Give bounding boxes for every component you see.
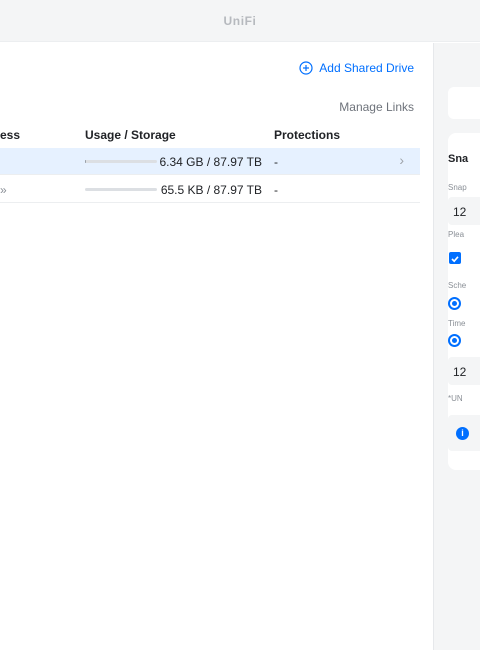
info-icon: i — [456, 427, 469, 440]
shared-drives-main: Add Shared Drive Manage Links ess Usage … — [0, 43, 432, 650]
plus-circle-icon — [299, 61, 313, 75]
table-row[interactable]: 6.34 GB / 87.97 TB - › — [0, 148, 420, 175]
app-title: UniFi — [223, 14, 257, 28]
manage-links-button[interactable]: Manage Links — [339, 100, 414, 114]
details-side-panel: Sna Snap 12 Plea Sche Time 12 *UN i — [433, 43, 480, 650]
row-usage: 6.34 GB / 87.97 TB — [159, 155, 262, 169]
column-header-address[interactable]: ess — [0, 128, 20, 142]
add-shared-drive-label: Add Shared Drive — [319, 61, 414, 75]
column-header-protections[interactable]: Protections — [274, 128, 340, 142]
enable-snapshot-checkbox[interactable] — [449, 252, 461, 264]
radio-dot — [452, 301, 457, 306]
usage-bar-fill — [85, 160, 87, 163]
time-label: Time — [448, 319, 466, 328]
table-row[interactable]: » 65.5 KB / 87.97 TB - — [0, 176, 420, 203]
schedule-label: Sche — [448, 281, 467, 290]
panel-tab-selector[interactable] — [448, 87, 480, 119]
snapshot-card-title: Sna — [448, 153, 469, 165]
panel-note: *UN — [448, 394, 463, 403]
schedule-radio[interactable] — [448, 297, 461, 310]
usage-bar — [85, 188, 157, 191]
radio-dot — [452, 338, 457, 343]
row-address: » — [0, 183, 7, 197]
chevron-right-icon[interactable]: › — [399, 152, 404, 168]
time-value: 12 — [453, 365, 467, 379]
time-radio[interactable] — [448, 334, 461, 347]
snapshot-hint: Plea — [448, 230, 465, 239]
row-usage: 65.5 KB / 87.97 TB — [160, 183, 262, 197]
add-shared-drive-button[interactable]: Add Shared Drive — [299, 61, 414, 75]
snapshot-label: Snap — [448, 183, 467, 192]
table-header: ess Usage / Storage Protections — [0, 125, 420, 147]
snapshot-count-value: 12 — [453, 205, 467, 219]
row-protections: - — [274, 155, 278, 169]
checkmark-icon — [451, 256, 459, 263]
row-protections: - — [274, 183, 278, 197]
usage-bar — [85, 160, 157, 163]
top-bar: UniFi — [0, 0, 480, 42]
column-header-usage[interactable]: Usage / Storage — [85, 128, 176, 142]
